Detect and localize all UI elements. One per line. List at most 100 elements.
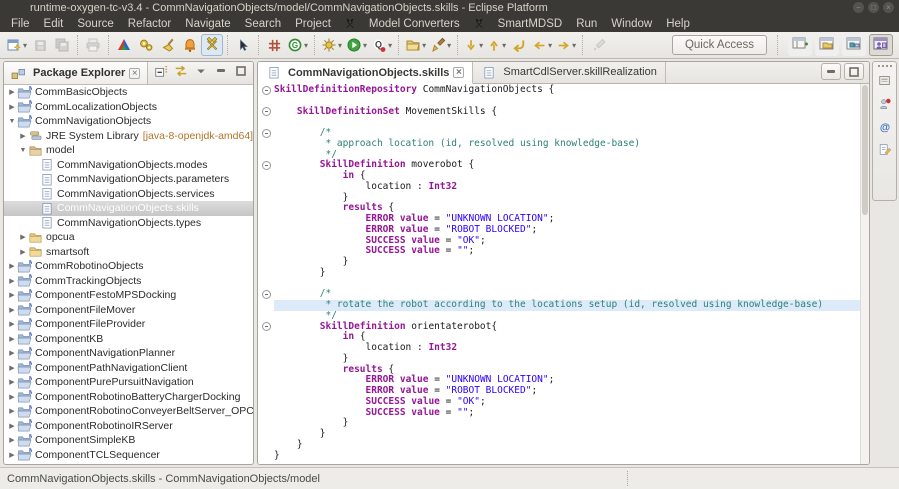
build-model-button[interactable] [113,34,135,56]
dropdown-arrow-icon[interactable]: ▾ [502,41,506,50]
declaration-view-button[interactable] [875,142,894,161]
chevron-collapsed-icon[interactable]: ▶ [7,436,17,444]
code-line[interactable]: } [258,257,869,268]
back-button[interactable]: ▾ [530,34,554,56]
tree-item-commlocalizationobjects[interactable]: ▶MCommLocalizationObjects [4,100,253,115]
chevron-collapsed-icon[interactable]: ▶ [7,88,17,96]
tree-item-componentfilemover[interactable]: ▶MComponentFileMover [4,303,253,318]
dropdown-arrow-icon[interactable]: ▾ [363,41,367,50]
menu-model-converters[interactable]: Model Converters [362,16,467,32]
code-generator-button[interactable] [135,34,157,56]
previous-annotation-button[interactable]: ▾ [485,34,508,56]
tree-item-componentrobotinoirserver[interactable]: ▶MComponentRobotinoIRServer [4,419,253,434]
close-view-icon[interactable]: × [129,68,140,79]
crossed-hammers-icon[interactable] [342,17,358,31]
chevron-collapsed-icon[interactable]: ▶ [18,233,28,241]
last-edit-location-button[interactable] [508,34,530,56]
chevron-collapsed-icon[interactable]: ▶ [7,335,17,343]
code-line[interactable]: } [258,429,869,440]
code-line[interactable]: SUCCESS value = ""; [258,246,869,257]
menu-window[interactable]: Window [604,16,659,32]
tree-item-commnavigationobjects[interactable]: ▼MCommNavigationObjects [4,114,253,129]
tree-item-componentpathnavigationclient[interactable]: ▶MComponentPathNavigationClient [4,361,253,376]
chevron-collapsed-icon[interactable]: ▶ [18,132,28,140]
chevron-collapsed-icon[interactable]: ▶ [7,378,17,386]
modeling-perspective-button[interactable] [842,34,866,56]
new-wizard-button[interactable]: ▾ [4,34,29,56]
quick-access-button[interactable]: Quick Access [672,35,767,55]
code-line[interactable]: } [258,418,869,429]
editor-scrollbar[interactable] [860,84,869,464]
collapse-fold-icon[interactable] [262,107,271,116]
menu-file[interactable]: File [4,16,37,32]
collapse-fold-icon[interactable] [262,129,271,138]
dropdown-arrow-icon[interactable]: ▾ [338,41,342,50]
dropdown-arrow-icon[interactable]: ▾ [422,41,426,50]
code-line[interactable]: } [258,268,869,279]
generate-globe-button[interactable]: G▾ [285,34,310,56]
code-line[interactable]: SUCCESS value = ""; [258,408,869,419]
chevron-collapsed-icon[interactable]: ▶ [7,422,17,430]
code-editor[interactable]: SkillDefinitionRepository CommNavigation… [258,84,869,464]
code-line[interactable]: SkillDefinitionRepository CommNavigation… [258,85,869,96]
chevron-collapsed-icon[interactable]: ▶ [7,320,17,328]
scrollbar-thumb[interactable] [862,85,868,215]
dropdown-arrow-icon[interactable]: ▾ [572,41,576,50]
view-menu-button[interactable] [192,64,210,82]
code-line[interactable] [258,279,869,290]
dropdown-arrow-icon[interactable]: ▾ [548,41,552,50]
tree-item-componentfestompsdocking[interactable]: ▶MComponentFestoMPSDocking [4,288,253,303]
profile-button[interactable]: Q▾ [369,34,394,56]
close-window-icon[interactable]: × [883,2,894,13]
deployment-bell-button[interactable] [179,34,201,56]
chevron-collapsed-icon[interactable]: ▶ [7,262,17,270]
code-line[interactable]: SkillDefinitionSet MovementSkills { [258,107,869,118]
tree-item-model[interactable]: ▼model [4,143,253,158]
minimize-window-icon[interactable]: − [853,2,864,13]
code-line[interactable] [258,117,869,128]
chevron-collapsed-icon[interactable]: ▶ [7,349,17,357]
problems-view-button[interactable] [875,96,894,115]
code-line[interactable]: } [258,440,869,451]
collapse-fold-icon[interactable] [262,86,271,95]
collapse-all-button[interactable] [152,64,170,82]
tree-item-commnavigationobjects-modes[interactable]: CommNavigationObjects.modes [4,158,253,173]
maximize-view-button[interactable] [232,64,250,82]
clean-tool-button[interactable] [157,34,179,56]
tree-item-jre-system-library[interactable]: ▶JRE System Library[java-8-openjdk-amd64… [4,129,253,144]
menu-run[interactable]: Run [569,16,604,32]
collapse-fold-icon[interactable] [262,290,271,299]
code-line[interactable]: * approach location (id, resolved using … [258,139,869,150]
collapse-fold-icon[interactable] [262,322,271,331]
tree-item-commnavigationobjects-types[interactable]: CommNavigationObjects.types [4,216,253,231]
link-with-editor-button[interactable] [172,64,190,82]
dropdown-arrow-icon[interactable]: ▾ [447,41,451,50]
chevron-collapsed-icon[interactable]: ▶ [7,364,17,372]
dropdown-arrow-icon[interactable]: ▾ [23,41,27,50]
chevron-collapsed-icon[interactable]: ▶ [7,393,17,401]
component-grid-button[interactable] [263,34,285,56]
annotation-brush-button[interactable]: ▾ [428,34,453,56]
tab-package-explorer[interactable]: Package Explorer × [4,62,148,84]
tree-item-commnavigationobjects-parameters[interactable]: CommNavigationObjects.parameters [4,172,253,187]
code-line[interactable]: location : Int32 [258,343,869,354]
tree-item-componentnavigationplanner[interactable]: ▶MComponentNavigationPlanner [4,346,253,361]
chevron-collapsed-icon[interactable]: ▶ [18,248,28,256]
chevron-collapsed-icon[interactable]: ▶ [7,306,17,314]
menu-project[interactable]: Project [288,16,338,32]
close-tab-icon[interactable]: × [453,67,464,78]
maximize-editor-icon[interactable] [844,63,864,80]
tree-item-componentsimplekb[interactable]: ▶MComponentSimpleKB [4,433,253,448]
minimize-view-button[interactable] [212,64,230,82]
external-tools-button[interactable]: ▾ [319,34,344,56]
tree-item-componentrobotinoconveyerbeltserver-opcu[interactable]: ▶MComponentRobotinoConveyerBeltServer_OP… [4,404,253,419]
menu-navigate[interactable]: Navigate [178,16,237,32]
dropdown-arrow-icon[interactable]: ▾ [479,41,483,50]
chevron-collapsed-icon[interactable]: ▶ [7,103,17,111]
menu-refactor[interactable]: Refactor [121,16,178,32]
code-line[interactable]: location : Int32 [258,182,869,193]
dropdown-arrow-icon[interactable]: ▾ [304,41,308,50]
menu-search[interactable]: Search [238,16,288,32]
tab-smartcdlserver-skillrealization[interactable]: SmartCdlServer.skillRealization [473,61,665,83]
code-line[interactable]: } [258,451,869,462]
